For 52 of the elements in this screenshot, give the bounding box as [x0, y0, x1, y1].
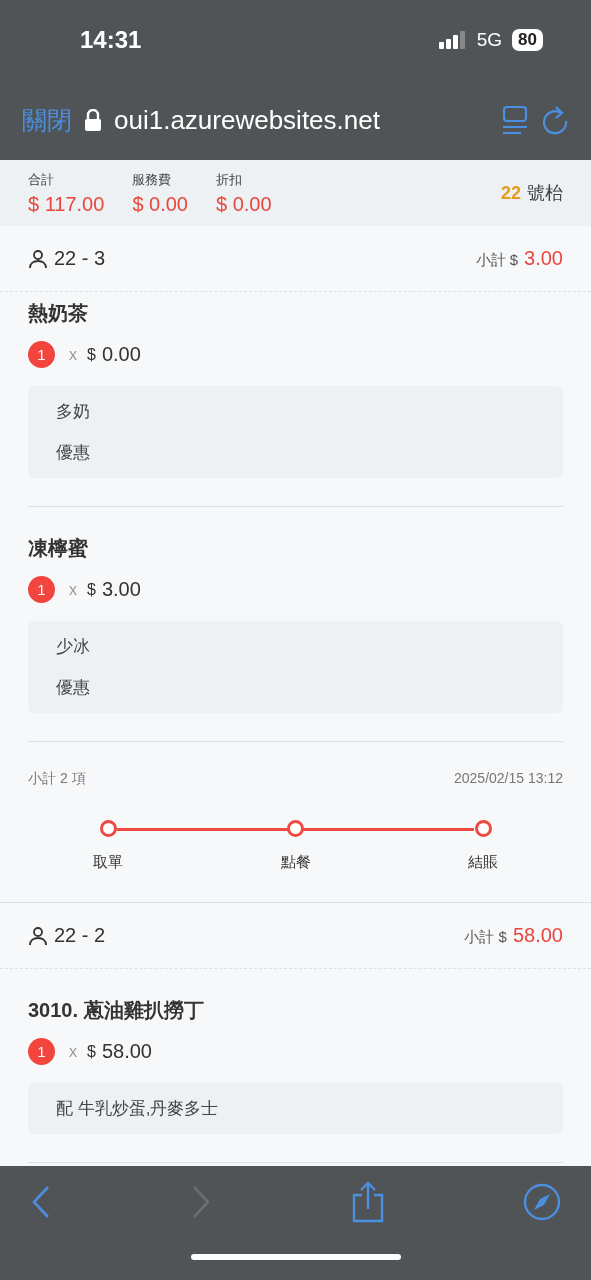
clock: 14:31	[80, 26, 142, 54]
currency-sign: $	[87, 1042, 96, 1061]
item-price: 3.00	[101, 578, 141, 601]
summary-value: $ 117.00	[28, 192, 105, 216]
times-sign: x	[69, 580, 77, 599]
table-label: 號枱	[527, 182, 563, 205]
step-label: 取單	[93, 853, 123, 872]
reload-icon[interactable]	[541, 105, 569, 135]
lock-icon	[84, 109, 102, 131]
summary-label: 服務費	[132, 170, 173, 189]
share-icon[interactable]	[350, 1181, 385, 1223]
item-name: 3010. 蔥油雞扒撈丁	[28, 998, 205, 1023]
quantity-badge: 1	[28, 576, 55, 603]
person-icon	[28, 248, 48, 269]
item-price: 0.00	[101, 343, 141, 366]
item-note: 多奶	[56, 401, 91, 423]
subtotal-amount: 58.00	[512, 924, 563, 947]
back-icon[interactable]	[30, 1185, 52, 1219]
currency-sign: $	[87, 345, 96, 364]
summary-label: 合計	[28, 170, 55, 189]
summary-value: $ 0.00	[216, 192, 272, 216]
subtotal-amount: 3.00	[524, 247, 563, 270]
battery-level: 80	[512, 29, 543, 51]
summary-value: $ 0.00	[132, 192, 188, 216]
url-text[interactable]: oui1.azurewebsites.net	[114, 104, 489, 136]
item-note: 優惠	[56, 677, 91, 699]
item-note: 配 牛乳炒蛋,丹麥多士	[56, 1098, 220, 1120]
person-icon	[28, 925, 48, 946]
item-name: 凍檸蜜	[28, 536, 89, 561]
item-price: 58.00	[101, 1040, 152, 1063]
subtotal-label: 小計 $	[475, 251, 519, 270]
order-datetime: 2025/02/15 13:12	[454, 770, 563, 788]
quantity-badge: 1	[28, 1038, 55, 1065]
times-sign: x	[69, 345, 77, 364]
summary-label: 折扣	[216, 170, 243, 189]
network-label: 5G	[476, 29, 503, 51]
item-note: 優惠	[56, 442, 91, 464]
signal-icon	[438, 31, 467, 49]
times-sign: x	[69, 1042, 77, 1061]
seat-number: 22 - 3	[54, 247, 106, 270]
step-label: 結賬	[468, 853, 498, 872]
currency-sign: $	[87, 580, 96, 599]
reader-icon[interactable]	[501, 105, 529, 135]
quantity-badge: 1	[28, 341, 55, 368]
item-name: 熱奶茶	[28, 301, 89, 326]
subtotal-label: 小計 $	[464, 928, 507, 947]
compass-icon[interactable]	[523, 1183, 561, 1221]
item-note: 少冰	[56, 636, 91, 658]
item-count: 小計 2 項	[28, 770, 86, 788]
seat-number: 22 - 2	[54, 924, 106, 947]
table-number: 22	[500, 182, 521, 204]
step-label: 點餐	[280, 853, 311, 872]
